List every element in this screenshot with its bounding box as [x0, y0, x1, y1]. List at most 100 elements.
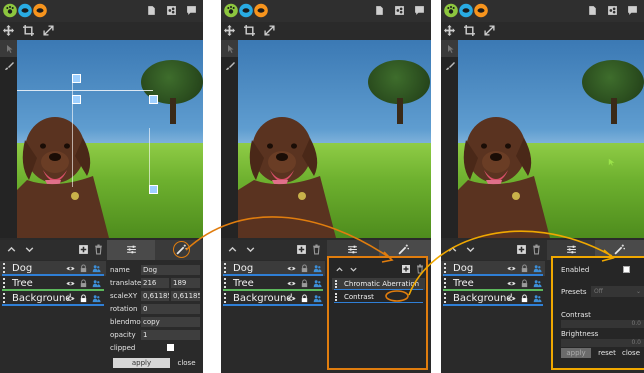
share-icon[interactable]: [394, 5, 405, 16]
expand-icon[interactable]: [264, 25, 275, 36]
layer-item[interactable]: Background: [221, 291, 325, 306]
layer-item[interactable]: Tree: [221, 276, 325, 291]
image-canvas[interactable]: [17, 40, 203, 238]
name-input[interactable]: Dog: [141, 265, 200, 275]
close-button[interactable]: close: [173, 358, 200, 368]
page-icon[interactable]: [146, 5, 157, 16]
brush-tool[interactable]: [441, 57, 458, 74]
expand-icon[interactable]: [43, 25, 54, 36]
delete-layer-icon[interactable]: [531, 244, 542, 255]
scale-y-input[interactable]: 0,611858: [171, 291, 200, 301]
apply-button[interactable]: apply: [561, 348, 591, 358]
share-icon[interactable]: [607, 5, 618, 16]
opacity-input[interactable]: 1: [141, 330, 200, 340]
lock-icon[interactable]: [79, 294, 88, 303]
add-layer-icon[interactable]: [516, 244, 527, 255]
close-button[interactable]: close: [619, 348, 643, 358]
move-down-icon[interactable]: [24, 244, 35, 255]
effect-item[interactable]: Chromatic Aberration: [332, 278, 425, 290]
effects-wand-icon[interactable]: [176, 244, 187, 255]
layer-item[interactable]: Background: [441, 291, 545, 306]
crop-icon[interactable]: [244, 25, 255, 36]
page-icon[interactable]: [587, 5, 598, 16]
people-icon[interactable]: [533, 264, 542, 273]
lock-icon[interactable]: [520, 279, 529, 288]
presets-select[interactable]: Off ⌄: [591, 286, 644, 297]
layer-item[interactable]: Background: [0, 291, 106, 306]
sliders-icon[interactable]: [566, 244, 577, 255]
move-up-icon[interactable]: [335, 265, 344, 274]
lock-icon[interactable]: [520, 294, 529, 303]
apply-button[interactable]: apply: [113, 358, 170, 368]
enabled-checkbox[interactable]: [623, 266, 630, 273]
eye-icon[interactable]: [507, 264, 516, 273]
people-icon[interactable]: [92, 279, 101, 288]
eye-icon[interactable]: [507, 279, 516, 288]
people-icon[interactable]: [92, 264, 101, 273]
eye-icon[interactable]: [507, 294, 516, 303]
eye-icon[interactable]: [287, 279, 296, 288]
people-icon[interactable]: [313, 264, 322, 273]
lock-icon[interactable]: [300, 264, 309, 273]
contrast-slider[interactable]: 0.0: [561, 320, 644, 328]
eye-icon[interactable]: [66, 264, 75, 273]
brush-tool[interactable]: [0, 57, 17, 74]
sliders-icon[interactable]: [347, 244, 358, 255]
lock-icon[interactable]: [520, 264, 529, 273]
move-up-icon[interactable]: [6, 244, 17, 255]
transform-handle[interactable]: [72, 95, 81, 104]
pointer-tool[interactable]: [441, 40, 458, 57]
clipped-checkbox[interactable]: [167, 344, 174, 351]
add-layer-icon[interactable]: [78, 244, 89, 255]
effects-wand-icon[interactable]: [398, 244, 409, 255]
layer-item[interactable]: Tree: [441, 276, 545, 291]
people-icon[interactable]: [533, 279, 542, 288]
move-down-icon[interactable]: [349, 265, 358, 274]
effects-wand-icon[interactable]: [614, 244, 625, 255]
layer-item[interactable]: Dog: [221, 261, 325, 276]
chat-icon[interactable]: [414, 5, 425, 16]
pointer-tool[interactable]: [0, 40, 17, 57]
people-icon[interactable]: [533, 294, 542, 303]
layer-item[interactable]: Dog: [441, 261, 545, 276]
move-up-icon[interactable]: [227, 244, 238, 255]
blendmode-select[interactable]: copy: [141, 317, 200, 327]
translate-y-input[interactable]: 189: [171, 278, 200, 288]
rotation-input[interactable]: 0: [141, 304, 200, 314]
add-layer-icon[interactable]: [296, 244, 307, 255]
move-up-icon[interactable]: [447, 244, 458, 255]
image-canvas[interactable]: [238, 40, 431, 238]
effect-item[interactable]: Contrast: [332, 291, 425, 303]
eye-icon[interactable]: [66, 294, 75, 303]
delete-layer-icon[interactable]: [93, 244, 104, 255]
move-icon[interactable]: [224, 25, 235, 36]
crop-icon[interactable]: [23, 25, 34, 36]
eye-icon[interactable]: [287, 294, 296, 303]
lock-icon[interactable]: [300, 294, 309, 303]
crop-icon[interactable]: [464, 25, 475, 36]
page-icon[interactable]: [374, 5, 385, 16]
move-icon[interactable]: [444, 25, 455, 36]
image-canvas[interactable]: [458, 40, 644, 238]
sliders-icon[interactable]: [126, 244, 137, 255]
move-down-icon[interactable]: [245, 244, 256, 255]
move-icon[interactable]: [3, 25, 14, 36]
delete-effect-icon[interactable]: [415, 264, 425, 274]
share-icon[interactable]: [166, 5, 177, 16]
people-icon[interactable]: [92, 294, 101, 303]
chat-icon[interactable]: [186, 5, 197, 16]
translate-x-input[interactable]: 216: [141, 278, 169, 288]
eye-icon[interactable]: [287, 264, 296, 273]
people-icon[interactable]: [313, 294, 322, 303]
scale-x-input[interactable]: 0,611858: [141, 291, 169, 301]
chat-icon[interactable]: [627, 5, 638, 16]
pointer-tool[interactable]: [221, 40, 238, 57]
brightness-slider[interactable]: 0.0: [561, 339, 644, 347]
move-down-icon[interactable]: [465, 244, 476, 255]
transform-handle[interactable]: [72, 74, 81, 83]
delete-layer-icon[interactable]: [311, 244, 322, 255]
transform-handle[interactable]: [149, 95, 158, 104]
expand-icon[interactable]: [484, 25, 495, 36]
reset-button[interactable]: reset: [595, 348, 619, 358]
lock-icon[interactable]: [300, 279, 309, 288]
